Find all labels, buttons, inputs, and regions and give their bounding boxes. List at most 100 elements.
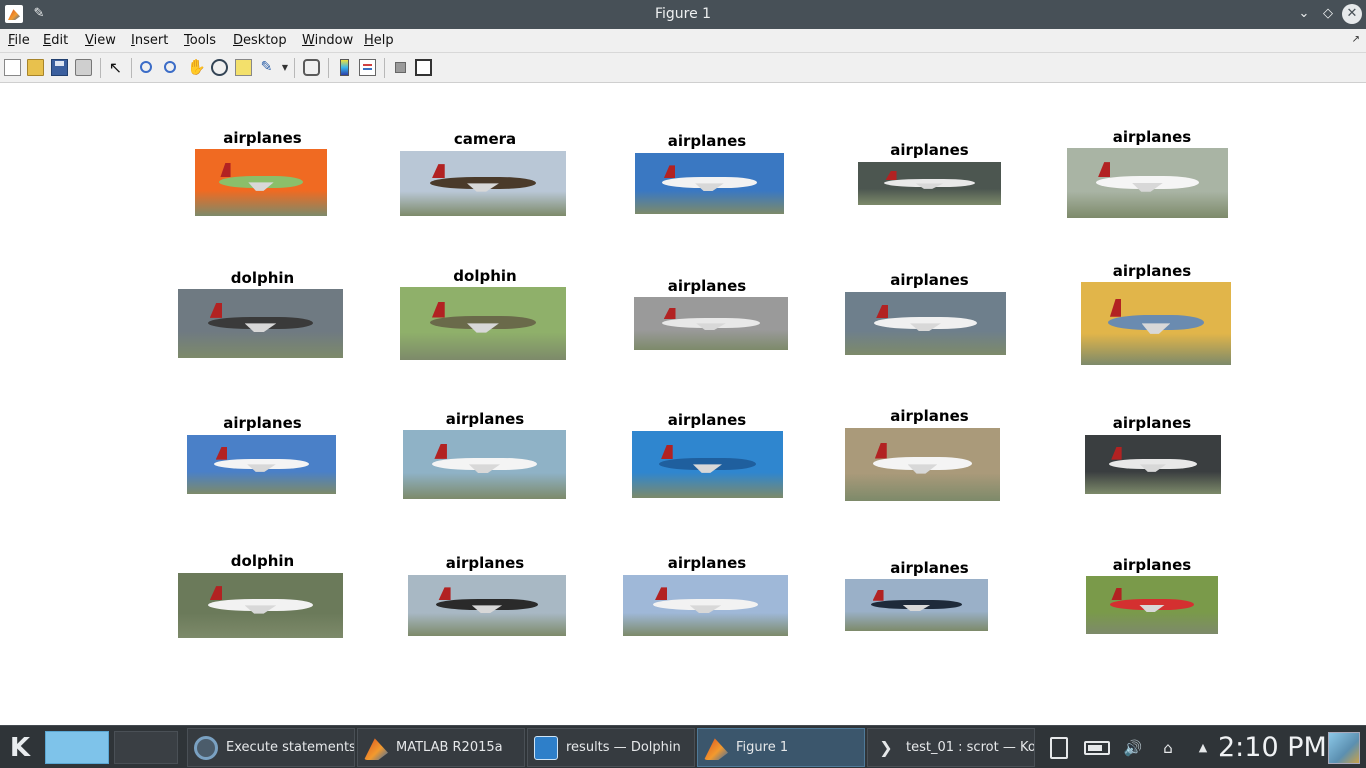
task-label: test_01 : scrot — Kon: [906, 740, 1035, 755]
task-label: Figure 1: [736, 740, 789, 755]
image-axes[interactable]: [622, 297, 788, 351]
edit-plot-arrow-icon[interactable]: ↖: [107, 59, 124, 76]
zoom-out-icon[interactable]: [164, 61, 176, 73]
application-launcher-icon[interactable]: K: [6, 734, 34, 762]
menu-window[interactable]: Window: [302, 32, 353, 50]
image-axes[interactable]: [400, 287, 566, 360]
task-execute-statements[interactable]: Execute statements: [187, 728, 355, 767]
insert-colorbar-icon[interactable]: [340, 59, 349, 76]
airplane-shape: [652, 599, 759, 611]
image-axes[interactable]: [622, 152, 788, 214]
menu-file[interactable]: File: [8, 32, 30, 50]
matlab-icon: [364, 738, 388, 760]
open-file-icon[interactable]: [27, 59, 44, 76]
figure-canvas[interactable]: airplanes camera airplanes airplanes airplan…: [0, 83, 1366, 725]
airplane-shape: [1095, 176, 1199, 189]
rotate-3d-icon[interactable]: [211, 59, 228, 76]
subplot-title: airplanes: [667, 554, 747, 572]
image-axes[interactable]: [178, 149, 343, 217]
image-axes[interactable]: [400, 430, 566, 500]
image-axes[interactable]: [845, 427, 1010, 502]
print-figure-icon[interactable]: [75, 59, 92, 76]
airplane-photo: [845, 428, 1000, 501]
image-axes[interactable]: [400, 151, 566, 216]
menu-tools[interactable]: Tools: [184, 32, 216, 50]
subplot-title: airplanes: [223, 129, 302, 147]
subplot-title: airplanes: [223, 414, 302, 432]
brush-dropdown-icon[interactable]: ▼: [281, 59, 289, 76]
minimize-button[interactable]: ⌄: [1294, 4, 1314, 24]
airplane-photo: [1067, 148, 1228, 218]
virtual-desktop-2[interactable]: [114, 731, 178, 764]
matlab-icon: [704, 738, 728, 760]
image-axes[interactable]: [845, 291, 1010, 356]
image-axes[interactable]: [845, 161, 1010, 206]
image-axes[interactable]: [622, 431, 788, 499]
terminal-icon: ❯: [879, 738, 893, 757]
subplot-title: dolphin: [453, 267, 517, 285]
virtual-desktop-1[interactable]: [45, 731, 109, 764]
image-axes[interactable]: [178, 572, 343, 638]
image-axes[interactable]: [1067, 576, 1233, 635]
network-icon[interactable]: ⌂: [1157, 737, 1179, 759]
task-matlab[interactable]: MATLAB R2015a: [357, 728, 525, 767]
airplane-photo: [623, 575, 788, 636]
airplane-photo: [635, 153, 784, 214]
menu-insert[interactable]: Insert: [131, 32, 168, 50]
zoom-in-icon[interactable]: [140, 61, 152, 73]
image-axes[interactable]: [178, 289, 343, 358]
taskbar: K Execute statements MATLAB R2015a resul…: [0, 725, 1366, 768]
airplane-shape: [207, 599, 314, 611]
volume-icon[interactable]: 🔊: [1122, 737, 1144, 759]
show-desktop-icon[interactable]: [1328, 732, 1360, 764]
image-axes[interactable]: [1067, 434, 1233, 495]
clock[interactable]: 2:10 PM: [1218, 730, 1327, 766]
airplane-shape: [207, 316, 314, 329]
new-figure-icon[interactable]: [4, 59, 21, 76]
menu-edit[interactable]: Edit: [43, 32, 68, 50]
menu-desktop[interactable]: Desktop: [233, 32, 287, 50]
image-axes[interactable]: [845, 579, 1010, 632]
close-button[interactable]: ✕: [1342, 4, 1362, 24]
image-axes[interactable]: [1067, 148, 1233, 218]
task-label: MATLAB R2015a: [396, 740, 503, 755]
airplane-shape: [872, 457, 973, 471]
subplot-title: dolphin: [230, 269, 295, 287]
show-hidden-icons-arrow-icon[interactable]: ▲: [1192, 737, 1214, 759]
airplane-shape: [661, 177, 758, 189]
battery-icon[interactable]: [1084, 741, 1110, 755]
airplane-photo: [858, 162, 1001, 205]
clipboard-icon[interactable]: [1050, 737, 1068, 759]
link-plot-icon[interactable]: [303, 59, 320, 76]
subplot-title: airplanes: [890, 271, 969, 289]
toolbar-separator: [328, 58, 329, 78]
maximize-button[interactable]: ◇: [1318, 4, 1338, 24]
airplane-photo: [400, 287, 566, 360]
menu-bar: File Edit View Insert Tools Desktop Wind…: [0, 29, 1366, 53]
subplot-title: airplanes: [1112, 414, 1192, 432]
insert-legend-icon[interactable]: [359, 59, 376, 76]
window-title-bar[interactable]: ✎ Figure 1 ⌄ ◇ ✕: [0, 0, 1366, 29]
task-dolphin[interactable]: results — Dolphin: [527, 728, 695, 767]
pan-hand-icon[interactable]: ✋: [187, 59, 206, 76]
subplot-title: airplanes: [1112, 128, 1192, 146]
image-axes[interactable]: [622, 574, 788, 636]
image-axes[interactable]: [1067, 282, 1233, 365]
hide-plot-tools-icon[interactable]: [395, 62, 406, 73]
image-axes[interactable]: [400, 574, 566, 636]
menu-view[interactable]: View: [85, 32, 116, 50]
airplane-shape: [1109, 458, 1197, 470]
task-konsole[interactable]: ❯ test_01 : scrot — Kon: [867, 728, 1035, 767]
airplane-photo: [403, 430, 566, 499]
undock-arrow-icon[interactable]: ↗: [1352, 34, 1360, 45]
subplot-title: camera: [453, 130, 517, 148]
image-axes[interactable]: [178, 434, 343, 495]
task-label: results — Dolphin: [566, 740, 681, 755]
task-figure-1[interactable]: Figure 1: [697, 728, 865, 767]
brush-icon[interactable]: ✎: [258, 59, 275, 76]
menu-help[interactable]: Help: [364, 32, 394, 50]
airplane-photo: [1085, 435, 1221, 494]
show-plot-tools-icon[interactable]: [415, 59, 432, 76]
save-figure-icon[interactable]: [51, 59, 68, 76]
data-cursor-icon[interactable]: [235, 59, 252, 76]
